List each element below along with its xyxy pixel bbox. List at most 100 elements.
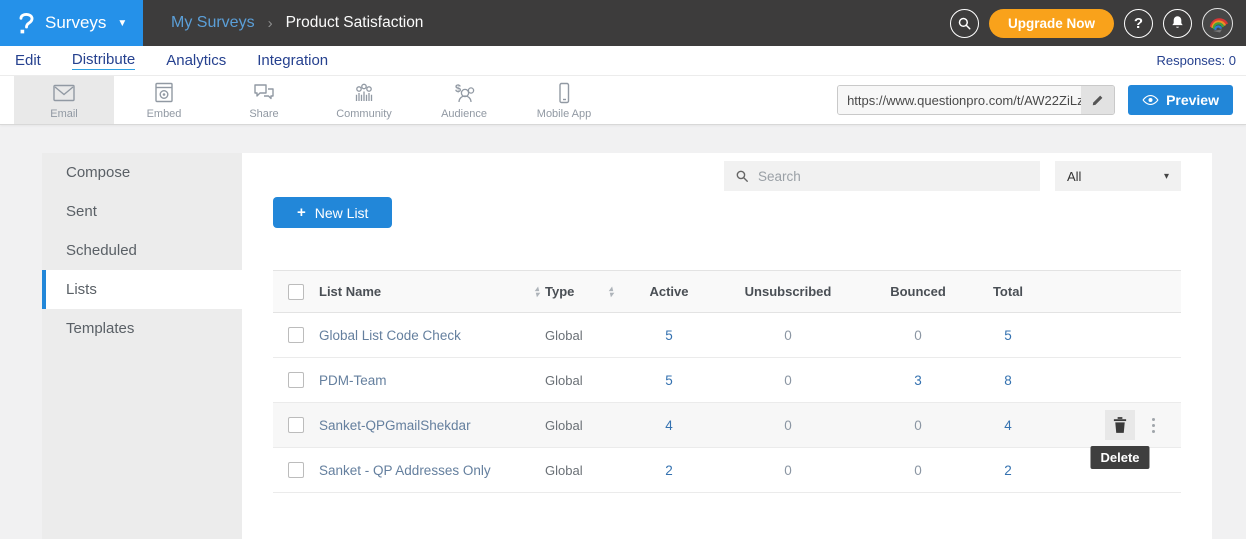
- survey-url-input[interactable]: [838, 86, 1081, 114]
- panel-head: All ▾: [273, 161, 1181, 191]
- active-count[interactable]: 5: [625, 373, 713, 388]
- channel-label: Embed: [147, 108, 182, 120]
- bell-icon: [1170, 15, 1185, 31]
- channel-audience[interactable]: $ Audience: [414, 76, 514, 124]
- channel-embed[interactable]: Embed: [114, 76, 214, 124]
- search-button[interactable]: [950, 9, 979, 38]
- list-name-link[interactable]: Global List Code Check: [319, 328, 461, 343]
- sidebar-items: Compose Sent Scheduled Lists Templates: [42, 153, 242, 348]
- sort-icon[interactable]: ▴▾: [609, 286, 613, 298]
- column-total: Total: [973, 284, 1043, 299]
- email-icon: [51, 81, 77, 105]
- active-count[interactable]: 5: [625, 328, 713, 343]
- search-box: [724, 161, 1040, 191]
- channel-label: Mobile App: [537, 108, 591, 120]
- channel-label: Community: [336, 108, 392, 120]
- avatar-icon: [1206, 11, 1230, 35]
- tab-integration[interactable]: Integration: [257, 52, 328, 70]
- top-header: Surveys ▼ My Surveys › Product Satisfact…: [0, 0, 1246, 46]
- account-avatar[interactable]: [1202, 8, 1233, 39]
- sidebar-item-scheduled[interactable]: Scheduled: [42, 231, 242, 270]
- sort-icon[interactable]: ▴▾: [535, 286, 539, 298]
- bounced-count: 0: [863, 463, 973, 478]
- sidebar-item-label: Scheduled: [66, 242, 137, 259]
- unsubscribed-count: 0: [713, 373, 863, 388]
- breadcrumb-my-surveys[interactable]: My Surveys: [171, 14, 255, 32]
- channel-label: Share: [249, 108, 278, 120]
- total-count[interactable]: 5: [973, 328, 1043, 343]
- sidebar-item-label: Templates: [66, 320, 134, 337]
- preview-button[interactable]: Preview: [1128, 85, 1233, 115]
- chevron-down-icon: ▼: [117, 18, 127, 29]
- bounced-count[interactable]: 3: [863, 373, 973, 388]
- row-actions: Delete: [1043, 410, 1181, 440]
- tab-distribute[interactable]: Distribute: [72, 51, 135, 70]
- select-all-checkbox[interactable]: [288, 284, 304, 300]
- row-checkbox[interactable]: [288, 462, 304, 478]
- new-list-button[interactable]: + New List: [273, 197, 392, 228]
- share-icon: [251, 81, 277, 105]
- sidebar-item-templates[interactable]: Templates: [42, 309, 242, 348]
- breadcrumb-separator: ›: [268, 15, 273, 32]
- row-checkbox[interactable]: [288, 372, 304, 388]
- sidebar-item-lists[interactable]: Lists: [42, 270, 242, 309]
- active-count[interactable]: 2: [625, 463, 713, 478]
- embed-icon: [152, 81, 176, 105]
- column-active: Active: [625, 284, 713, 299]
- search-icon: [735, 169, 749, 183]
- upgrade-now-button[interactable]: Upgrade Now: [989, 9, 1114, 38]
- pencil-icon: [1091, 93, 1105, 107]
- lists-table: List Name ▴▾ Type ▴▾ Active Unsubscribed…: [273, 270, 1181, 493]
- sidebar-item-sent[interactable]: Sent: [42, 192, 242, 231]
- tab-edit[interactable]: Edit: [15, 52, 41, 70]
- list-type: Global: [545, 463, 625, 478]
- table-row: Global List Code Check Global 5 0 0 5: [273, 313, 1181, 358]
- lists-panel: All ▾ + New List List Name ▴▾ Type: [242, 153, 1212, 539]
- channel-email[interactable]: Email: [14, 76, 114, 124]
- search-input[interactable]: [758, 169, 1029, 184]
- row-checkbox[interactable]: [288, 417, 304, 433]
- search-icon: [957, 16, 972, 31]
- column-bounced: Bounced: [863, 284, 973, 299]
- breadcrumb-current-survey: Product Satisfaction: [286, 14, 424, 32]
- list-filter-dropdown[interactable]: All ▾: [1055, 161, 1181, 191]
- sidebar-item-label: Compose: [66, 164, 130, 181]
- table-row: PDM-Team Global 5 0 3 8: [273, 358, 1181, 403]
- filter-value: All: [1067, 169, 1081, 184]
- toolbar-right: Preview: [837, 76, 1246, 124]
- sidebar: Compose Sent Scheduled Lists Templates: [42, 153, 242, 539]
- header-actions: Upgrade Now ?: [950, 8, 1246, 39]
- list-name-link[interactable]: Sanket - QP Addresses Only: [319, 463, 491, 478]
- channel-share[interactable]: Share: [214, 76, 314, 124]
- bounced-count: 0: [863, 328, 973, 343]
- total-count[interactable]: 8: [973, 373, 1043, 388]
- table-body: Global List Code Check Global 5 0 0 5 PD…: [273, 313, 1181, 493]
- row-checkbox[interactable]: [288, 327, 304, 343]
- channel-label: Email: [50, 108, 78, 120]
- list-type: Global: [545, 373, 625, 388]
- list-name-link[interactable]: Sanket-QPGmailShekdar: [319, 418, 471, 433]
- channel-community[interactable]: Community: [314, 76, 414, 124]
- svg-text:$: $: [455, 83, 461, 95]
- total-count[interactable]: 4: [973, 418, 1043, 433]
- surveys-product-menu[interactable]: Surveys ▼: [0, 0, 143, 46]
- edit-url-button[interactable]: [1081, 86, 1114, 114]
- sidebar-item-compose[interactable]: Compose: [42, 153, 242, 192]
- delete-list-button[interactable]: [1105, 410, 1135, 440]
- notifications-button[interactable]: [1163, 9, 1192, 38]
- tab-analytics[interactable]: Analytics: [166, 52, 226, 70]
- column-unsubscribed: Unsubscribed: [713, 284, 863, 299]
- help-button[interactable]: ?: [1124, 9, 1153, 38]
- sidebar-item-label: Lists: [66, 281, 97, 298]
- column-list-name: List Name: [319, 284, 381, 299]
- list-name-link[interactable]: PDM-Team: [319, 373, 387, 388]
- chevron-down-icon: ▾: [1164, 171, 1169, 182]
- community-icon: [351, 81, 377, 105]
- mobile-app-icon: [552, 81, 576, 105]
- delete-tooltip: Delete: [1090, 446, 1149, 469]
- channel-mobile-app[interactable]: Mobile App: [514, 76, 614, 124]
- total-count[interactable]: 2: [973, 463, 1043, 478]
- active-count[interactable]: 4: [625, 418, 713, 433]
- row-menu-button[interactable]: [1148, 414, 1159, 437]
- sidebar-item-label: Sent: [66, 203, 97, 220]
